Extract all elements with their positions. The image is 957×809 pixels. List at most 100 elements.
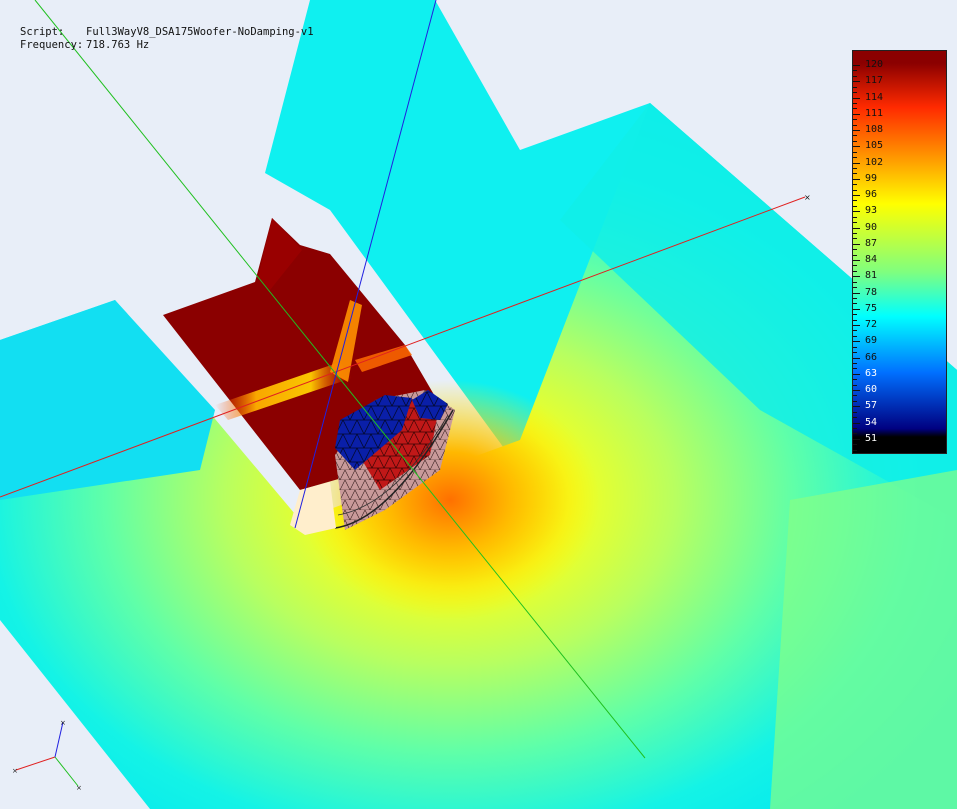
- legend-label: 114: [865, 91, 884, 103]
- legend-minor-tick: [853, 346, 857, 348]
- legend-minor-tick: [853, 270, 857, 272]
- legend-label: 99: [865, 172, 878, 184]
- legend-tick: [853, 178, 860, 180]
- 3d-viewport[interactable]: × × × × Script: Full3WayV8_DSA175Woofer-N…: [0, 0, 957, 809]
- frequency-label: Frequency:: [20, 39, 84, 51]
- legend-minor-tick: [853, 400, 857, 402]
- legend-minor-tick: [853, 119, 857, 121]
- legend-minor-tick: [853, 189, 857, 191]
- legend-label: 84: [865, 254, 878, 265]
- svg-text:×: ×: [60, 719, 66, 727]
- legend-minor-tick: [853, 108, 857, 110]
- legend-minor-tick: [853, 200, 857, 202]
- legend-minor-tick: [853, 86, 857, 88]
- legend-label: 111: [865, 107, 884, 119]
- legend-tick: [853, 130, 860, 131]
- legend-label: 117: [865, 75, 884, 87]
- legend-tick: [853, 390, 860, 391]
- legend-label: 75: [865, 302, 878, 314]
- legend-tick: [853, 341, 860, 343]
- legend-tick: [853, 406, 860, 408]
- legend-tick: [853, 373, 860, 375]
- legend-tick: [853, 438, 860, 440]
- orientation-triad: × × ×: [12, 719, 82, 792]
- legend-minor-tick: [853, 314, 857, 316]
- legend-minor-tick: [853, 384, 857, 386]
- legend-label: 102: [865, 156, 884, 168]
- legend-minor-tick: [853, 444, 857, 446]
- bottom-right-wedge: [770, 470, 957, 809]
- color-scale-legend: 120 117 114 111 108 105 102 99 96 93 90 87 84 81 78 75 7…: [852, 50, 947, 454]
- legend-tick: [853, 162, 860, 164]
- legend-minor-tick: [853, 216, 857, 218]
- legend-label: 54: [865, 416, 878, 428]
- legend-minor-tick: [853, 368, 857, 370]
- legend-minor-tick: [853, 102, 857, 104]
- legend-minor-tick: [853, 411, 857, 413]
- legend-label: 105: [865, 140, 884, 152]
- x-axis-endpoint-marker: ×: [804, 193, 811, 202]
- legend-minor-tick: [853, 433, 857, 435]
- legend-label: 63: [865, 367, 878, 379]
- legend-tick: [853, 211, 860, 213]
- legend-minor-tick: [853, 140, 857, 142]
- legend-label: 108: [865, 124, 884, 135]
- legend-tick: [853, 260, 860, 261]
- legend-tick: [853, 276, 860, 278]
- frequency-value: 718.763 Hz: [86, 39, 150, 51]
- legend-tick: [853, 357, 860, 359]
- script-label: Script:: [20, 26, 65, 38]
- legend-minor-tick: [853, 173, 857, 175]
- legend-minor-tick: [853, 265, 857, 267]
- legend-minor-tick: [853, 352, 857, 354]
- legend-minor-tick: [853, 238, 857, 240]
- legend-label: 81: [865, 270, 878, 282]
- legend-label: 66: [865, 351, 878, 363]
- legend-minor-tick: [853, 75, 857, 77]
- legend-tick: [853, 422, 860, 424]
- legend-minor-tick: [853, 222, 857, 224]
- legend-minor-tick: [853, 249, 857, 251]
- legend-tick: [853, 113, 860, 115]
- legend-minor-tick: [853, 287, 857, 289]
- legend-tick: [853, 146, 860, 148]
- legend-label: 57: [865, 400, 878, 412]
- legend-label: 90: [865, 221, 878, 233]
- legend-minor-tick: [853, 184, 857, 186]
- legend-label: 87: [865, 237, 878, 249]
- legend-minor-tick: [853, 335, 857, 337]
- legend-minor-tick: [853, 303, 857, 305]
- script-info: Script: Full3WayV8_DSA175Woofer-NoDamping…: [20, 26, 314, 39]
- legend-minor-tick: [853, 297, 857, 299]
- script-value: Full3WayV8_DSA175Woofer-NoDamping-v1: [86, 26, 314, 38]
- legend-label: 72: [865, 319, 878, 330]
- legend-label: 120: [865, 59, 884, 70]
- legend-minor-tick: [853, 135, 857, 137]
- legend-minor-tick: [853, 281, 857, 283]
- legend-tick: [853, 243, 860, 245]
- legend-label: 60: [865, 384, 878, 395]
- frequency-info: Frequency: 718.763 Hz: [20, 39, 149, 52]
- legend-minor-tick: [853, 70, 857, 72]
- legend-minor-tick: [853, 232, 857, 234]
- legend-tick: [853, 65, 860, 66]
- legend-tick: [853, 308, 860, 310]
- legend-label: 69: [865, 335, 878, 347]
- legend-label: 96: [865, 189, 878, 200]
- legend-label: 51: [865, 432, 878, 444]
- legend-minor-tick: [853, 417, 857, 419]
- legend-minor-tick: [853, 427, 857, 429]
- svg-text:×: ×: [76, 784, 82, 792]
- legend-tick: [853, 325, 860, 326]
- legend-minor-tick: [853, 151, 857, 153]
- legend-minor-tick: [853, 395, 857, 397]
- legend-label: 78: [865, 286, 878, 298]
- legend-tick: [853, 81, 860, 83]
- legend-tick: [853, 97, 860, 99]
- legend-minor-tick: [853, 124, 857, 126]
- sound-field-scene[interactable]: × × × ×: [0, 0, 957, 809]
- legend-tick: [853, 195, 860, 196]
- svg-text:×: ×: [12, 767, 18, 775]
- legend-minor-tick: [853, 319, 857, 321]
- enclosure-notch: [290, 482, 336, 535]
